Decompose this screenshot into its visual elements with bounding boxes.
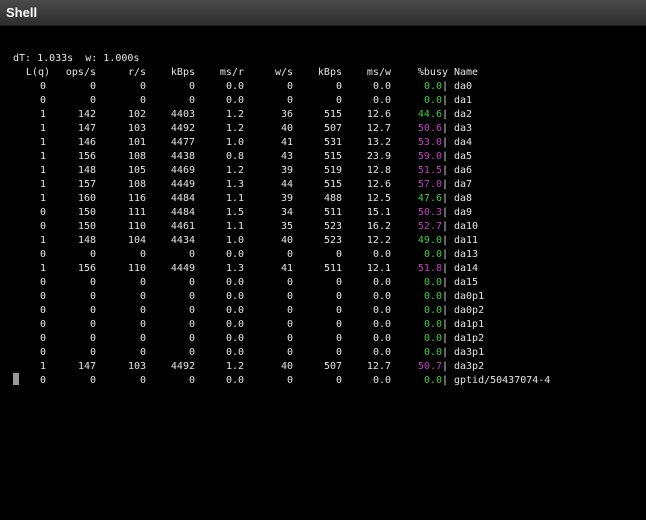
device-name: da1p2 <box>454 333 485 344</box>
column-separator: | <box>442 361 449 372</box>
device-name: da5 <box>454 151 473 162</box>
device-name: da9 <box>454 207 473 218</box>
device-name: da11 <box>454 235 479 246</box>
column-separator: | <box>442 193 449 204</box>
column-separator: | <box>442 305 449 316</box>
column-separator: | <box>442 95 449 106</box>
column-separator: | <box>442 291 449 302</box>
device-name: da0p1 <box>454 291 485 302</box>
busy-value: 50.3 <box>417 207 442 218</box>
column-separator: | <box>442 375 449 386</box>
busy-value: 44.6 <box>417 109 442 120</box>
status-line: dT: 1.033s w: 1.000s <box>13 53 140 64</box>
column-separator: | <box>442 319 449 330</box>
column-separator: | <box>442 179 449 190</box>
device-name: da4 <box>454 137 473 148</box>
device-name: gptid/50437074-4 <box>454 375 551 386</box>
busy-value: 0.0 <box>423 249 442 260</box>
busy-value: 49.0 <box>417 235 442 246</box>
column-separator: | <box>442 207 449 218</box>
device-name: da15 <box>454 277 479 288</box>
busy-value: 0.0 <box>423 95 442 106</box>
column-separator: | <box>442 137 449 148</box>
column-separator: | <box>442 109 449 120</box>
device-name: da6 <box>454 165 473 176</box>
column-header: ms/w <box>366 67 391 78</box>
busy-value: 0.0 <box>423 81 442 92</box>
column-separator: | <box>442 277 449 288</box>
device-name: da7 <box>454 179 473 190</box>
column-separator: | <box>442 81 449 92</box>
column-header: %busy <box>417 67 448 78</box>
busy-value: 53.0 <box>417 137 442 148</box>
device-name: da3 <box>454 123 473 134</box>
device-name: da2 <box>454 109 473 120</box>
device-name: da13 <box>454 249 479 260</box>
window-titlebar[interactable]: Shell <box>0 0 646 26</box>
device-name: da0p2 <box>454 305 485 316</box>
busy-value: 50.7 <box>417 361 442 372</box>
busy-value: 52.7 <box>417 221 442 232</box>
busy-value: 50.6 <box>417 123 442 134</box>
column-separator: | <box>442 151 449 162</box>
busy-value: 0.0 <box>423 277 442 288</box>
device-name: da3p2 <box>454 361 485 372</box>
device-name: da3p1 <box>454 347 485 358</box>
column-separator: | <box>442 221 449 232</box>
busy-value: 0.0 <box>423 375 442 386</box>
busy-value: 0.0 <box>423 347 442 358</box>
device-name: da1p1 <box>454 319 485 330</box>
busy-value: 0.0 <box>423 319 442 330</box>
device-name: da1 <box>454 95 473 106</box>
column-separator: | <box>442 165 449 176</box>
busy-value: 47.6 <box>417 193 442 204</box>
busy-value: 0.0 <box>423 333 442 344</box>
device-name: da10 <box>454 221 479 232</box>
device-name: da8 <box>454 193 473 204</box>
device-name: da14 <box>454 263 479 274</box>
column-separator: | <box>442 123 449 134</box>
column-separator: | <box>442 333 449 344</box>
terminal-screen[interactable]: dT: 1.033s w: 1.000s L(q) ops/s r/s kBps ms/… <box>0 26 646 520</box>
busy-value: 57.0 <box>417 179 442 190</box>
busy-value: 51.5 <box>417 165 442 176</box>
busy-value: 51.8 <box>417 263 442 274</box>
column-separator: | <box>442 263 449 274</box>
busy-value: 0.0 <box>423 291 442 302</box>
column-separator: | <box>442 249 449 260</box>
column-separator: | <box>442 235 449 246</box>
column-header: Name <box>454 67 479 78</box>
busy-value: 0.0 <box>423 305 442 316</box>
window-title: Shell <box>6 5 38 20</box>
device-name: da0 <box>454 81 473 92</box>
busy-value: 59.0 <box>417 151 442 162</box>
column-separator: | <box>442 347 449 358</box>
